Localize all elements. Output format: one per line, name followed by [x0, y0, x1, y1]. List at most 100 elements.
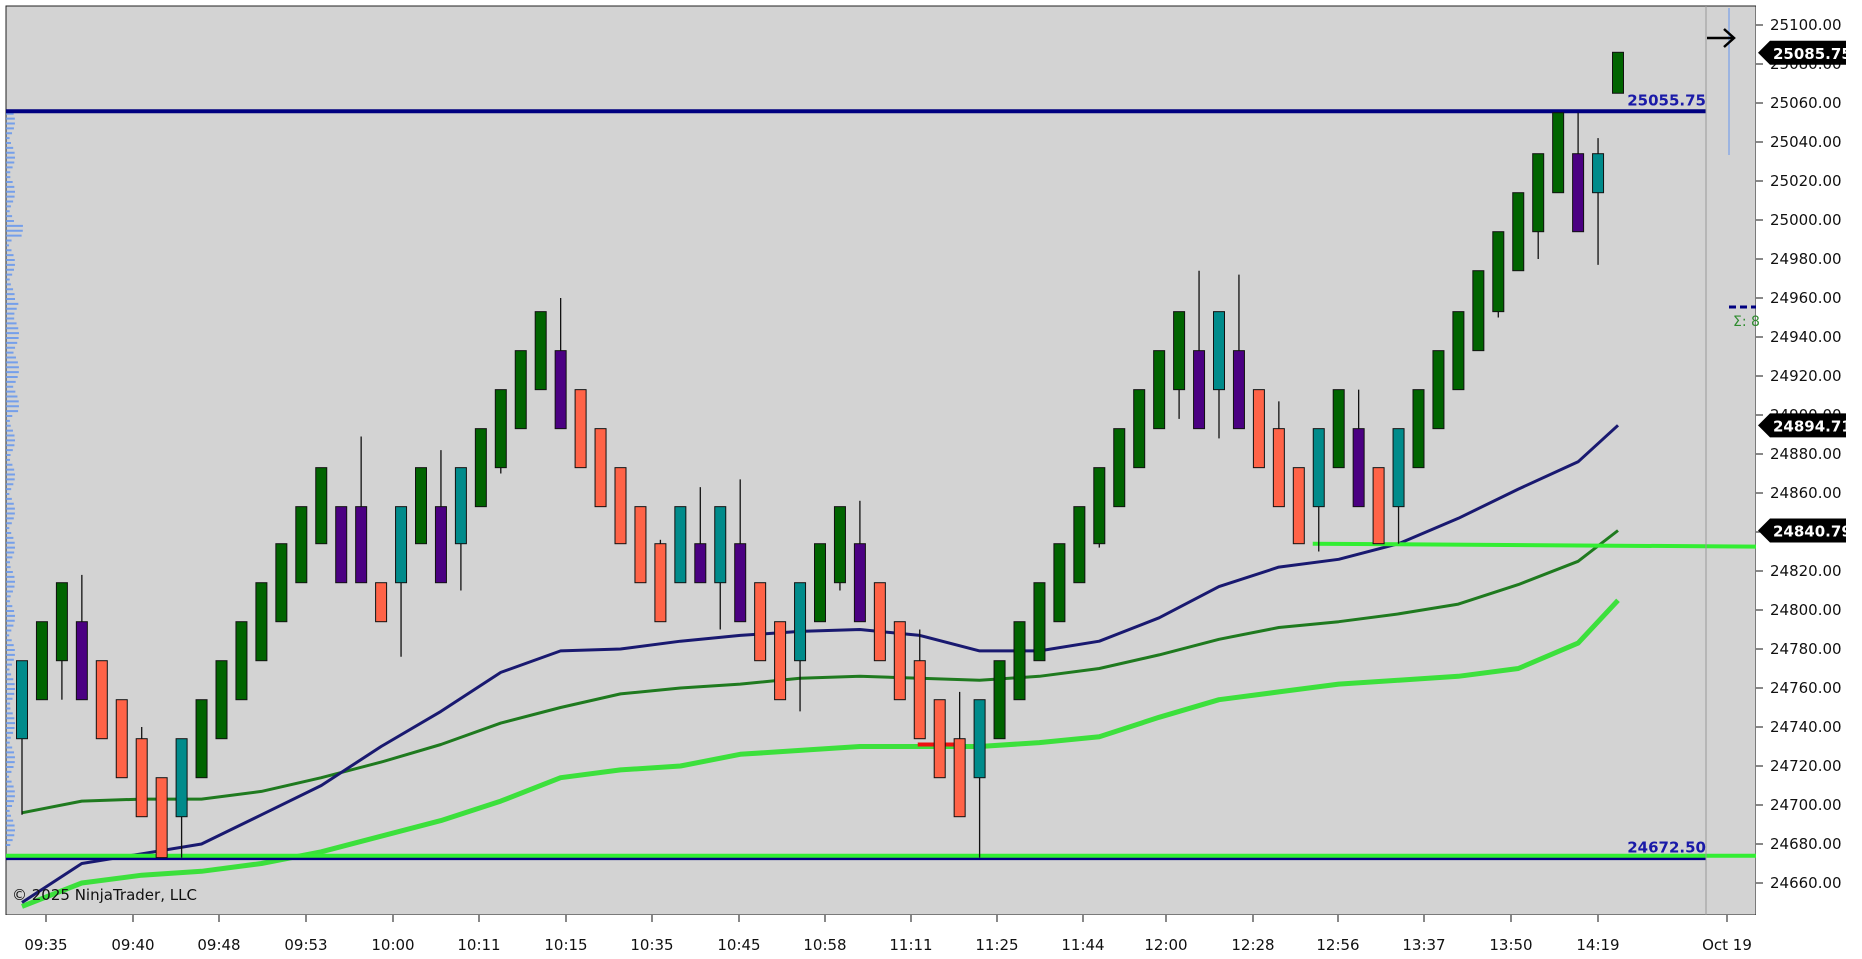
volume-profile-bar: [6, 127, 14, 130]
volume-profile-bar: [6, 317, 15, 320]
y-tick-label: 24720.00: [1770, 757, 1842, 775]
candle[interactable]: [1073, 506, 1086, 584]
candle[interactable]: [534, 311, 547, 391]
candle-body: [794, 582, 807, 662]
candle-body: [1412, 389, 1425, 469]
volume-profile-bar: [6, 176, 11, 179]
volume-profile-bar: [6, 610, 15, 612]
candle[interactable]: [1472, 270, 1485, 352]
volume-profile-bar: [6, 151, 15, 154]
y-tick-label: 25000.00: [1770, 211, 1842, 229]
volume-profile-bar: [6, 312, 15, 315]
volume-profile-bar: [6, 327, 19, 330]
candle[interactable]: [674, 506, 687, 584]
candle[interactable]: [115, 699, 128, 779]
candle[interactable]: [195, 699, 208, 779]
candle[interactable]: [1332, 389, 1345, 469]
candle[interactable]: [1053, 543, 1066, 623]
volume-profile-bar: [6, 575, 15, 578]
candle[interactable]: [814, 543, 826, 623]
candle[interactable]: [514, 350, 527, 430]
candle[interactable]: [35, 621, 48, 701]
candle[interactable]: [1412, 389, 1425, 469]
candle[interactable]: [614, 467, 627, 545]
candle[interactable]: [1372, 467, 1385, 545]
x-tick-label: 09:35: [24, 936, 67, 954]
candle[interactable]: [275, 543, 288, 623]
candle[interactable]: [95, 660, 108, 740]
candle[interactable]: [1252, 389, 1265, 469]
volume-profile-bar: [6, 200, 14, 203]
candle[interactable]: [1013, 621, 1026, 701]
candle-body: [454, 467, 467, 545]
candle-body: [634, 506, 647, 584]
candle[interactable]: [315, 467, 328, 545]
candle[interactable]: [1512, 192, 1525, 272]
candle[interactable]: [993, 660, 1006, 740]
candle[interactable]: [654, 539, 667, 623]
candle[interactable]: [1033, 582, 1046, 662]
candle[interactable]: [1113, 428, 1126, 508]
volume-profile-bar: [6, 166, 13, 169]
candle-body: [474, 428, 487, 508]
volume-profile-bar: [6, 546, 15, 549]
candle[interactable]: [1612, 51, 1624, 94]
volume-profile-bar: [6, 688, 15, 690]
candle[interactable]: [1133, 389, 1146, 469]
candle[interactable]: [1492, 231, 1505, 318]
candle[interactable]: [634, 506, 647, 584]
volume-profile-bar: [6, 473, 15, 476]
candle[interactable]: [774, 621, 787, 701]
volume-profile-bar: [6, 707, 11, 710]
candle[interactable]: [1552, 112, 1565, 194]
candle[interactable]: [255, 582, 268, 662]
volume-profile-bar: [6, 244, 10, 247]
candle[interactable]: [1093, 467, 1106, 548]
candle[interactable]: [135, 727, 148, 818]
candle[interactable]: [155, 777, 168, 859]
candle-body: [1013, 621, 1026, 701]
candle[interactable]: [415, 467, 427, 545]
chart-panel[interactable]: 25055.7524672.50 25100.0025080.0025060.0…: [0, 0, 1862, 959]
volume-profile-bar: [6, 668, 10, 671]
x-tick-label: 10:00: [371, 936, 414, 954]
candle[interactable]: [893, 621, 906, 701]
volume-profile-bar: [6, 449, 13, 452]
candle[interactable]: [295, 506, 308, 584]
volume-profile-bar: [6, 746, 13, 749]
candle-body: [514, 350, 527, 430]
candle-body: [215, 660, 228, 740]
candle[interactable]: [833, 506, 846, 591]
candle[interactable]: [574, 389, 587, 469]
volume-profile-bar: [6, 702, 11, 705]
candle[interactable]: [235, 621, 248, 701]
volume-profile-bar: [6, 780, 12, 783]
candle[interactable]: [1153, 350, 1166, 430]
volume-profile-bar: [6, 483, 14, 486]
volume-profile-bar: [6, 478, 15, 481]
candle[interactable]: [474, 428, 487, 508]
candle[interactable]: [754, 582, 767, 662]
candle-body: [1193, 350, 1206, 430]
candle[interactable]: [933, 699, 946, 779]
volume-profile-bar: [6, 181, 13, 183]
candle[interactable]: [1292, 467, 1305, 545]
volume-profile-bar: [6, 766, 14, 768]
x-tick-label: 09:53: [284, 936, 327, 954]
candle-body: [75, 621, 88, 701]
volume-profile-bar: [6, 171, 11, 174]
candle[interactable]: [1432, 350, 1445, 430]
price-tag-label: 24894.71: [1773, 417, 1852, 435]
candle-body: [434, 506, 447, 584]
candle[interactable]: [594, 428, 607, 508]
candle[interactable]: [1452, 311, 1465, 391]
candle[interactable]: [494, 389, 507, 474]
price-chart[interactable]: 25055.7524672.50 25100.0025080.0025060.0…: [0, 0, 1862, 959]
candle[interactable]: [335, 506, 348, 584]
candle-body: [1073, 506, 1086, 584]
volume-profile-bar: [6, 273, 13, 276]
candle[interactable]: [215, 660, 228, 740]
candle[interactable]: [873, 582, 886, 662]
candle[interactable]: [375, 582, 388, 623]
copyright-label: © 2025 NinjaTrader, LLC: [12, 886, 197, 904]
